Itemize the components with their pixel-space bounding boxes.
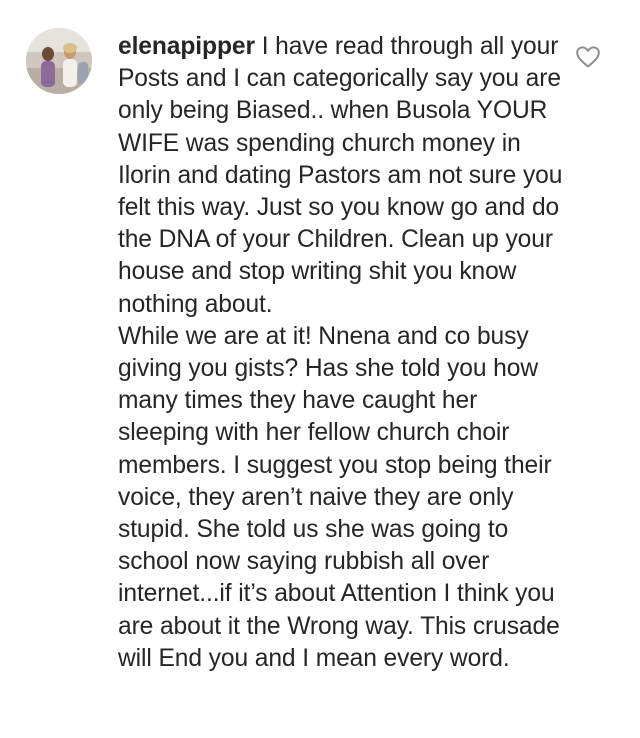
comment-item: elenapipper I have read through all your… bbox=[0, 0, 640, 738]
comment-body-continued: While we are at it! Nnena and co busy gi… bbox=[118, 322, 560, 672]
like-button[interactable] bbox=[575, 45, 601, 69]
profile-photo bbox=[26, 28, 92, 94]
comment-body: I have read through all your Posts and I… bbox=[118, 33, 563, 318]
comment-text: elenapipper I have read through all your… bbox=[118, 31, 570, 675]
avatar[interactable] bbox=[26, 28, 92, 94]
heart-outline-icon bbox=[576, 46, 600, 68]
comment-username[interactable]: elenapipper bbox=[118, 33, 255, 60]
